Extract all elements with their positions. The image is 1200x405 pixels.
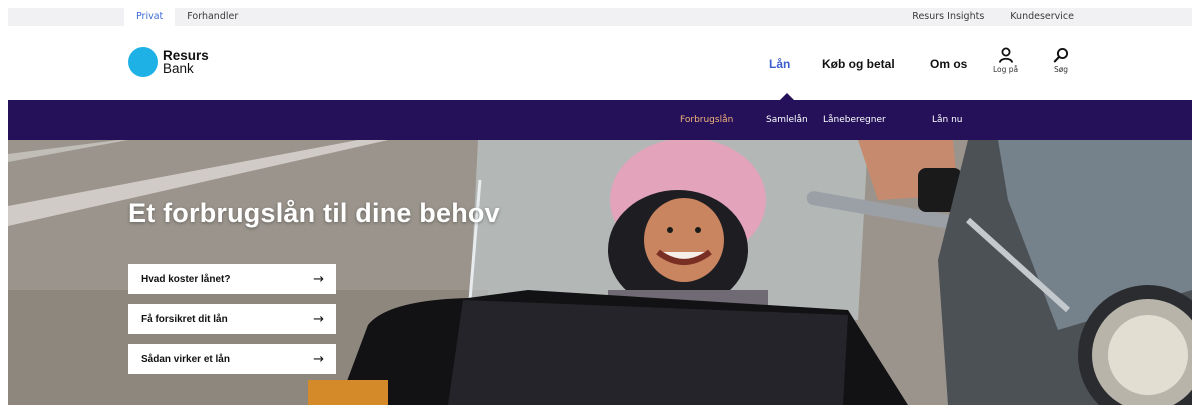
resurs-insights-link[interactable]: Resurs Insights xyxy=(912,8,984,26)
kundeservice-link[interactable]: Kundeservice xyxy=(1010,8,1074,26)
logo-wordmark: Resurs Bank xyxy=(163,49,209,76)
login-button[interactable]: Log på xyxy=(993,47,1018,74)
user-icon xyxy=(998,47,1013,63)
audience-switcher: Privat Forhandler xyxy=(124,8,250,26)
resurs-bank-logo[interactable]: Resurs Bank xyxy=(128,47,209,77)
hero-title: Et forbrugslån til dine behov xyxy=(128,198,500,228)
subnav-samlelaan[interactable]: Samlelån xyxy=(766,100,808,140)
cta-hvad-koster-laanet[interactable]: Hvad koster lånet? → xyxy=(128,264,336,294)
cta-faa-forsikret-dit-laan[interactable]: Få forsikret dit lån → xyxy=(128,304,336,334)
sub-navigation: Forbrugslån Samlelån Låneberegner Lån nu xyxy=(8,100,1192,140)
hero-banner: Et forbrugslån til dine behov Hvad koste… xyxy=(8,140,1192,405)
search-label: Søg xyxy=(1053,65,1069,74)
nav-om-os[interactable]: Om os xyxy=(930,57,967,71)
login-label: Log på xyxy=(993,65,1019,74)
cta-saadan-virker-et-laan[interactable]: Sådan virker et lån → xyxy=(128,344,336,374)
cta-label: Hvad koster lånet? xyxy=(141,273,231,285)
site-header: Resurs Bank Lån Køb og betal Om os Log p… xyxy=(8,26,1192,100)
nav-koeb-og-betal[interactable]: Køb og betal xyxy=(822,57,895,71)
logo-circle-icon xyxy=(128,47,158,77)
active-nav-caret xyxy=(780,93,794,100)
utility-links: Resurs Insights Kundeservice xyxy=(912,8,1074,26)
arrow-right-icon: → xyxy=(313,271,324,287)
subnav-forbrugslaan[interactable]: Forbrugslån xyxy=(680,100,733,140)
cta-label: Få forsikret dit lån xyxy=(141,313,228,325)
tab-privat[interactable]: Privat xyxy=(124,8,176,26)
cta-label: Sådan virker et lån xyxy=(141,353,230,365)
search-icon xyxy=(1053,47,1069,63)
tab-forhandler[interactable]: Forhandler xyxy=(175,8,250,26)
subnav-laaneberegner[interactable]: Låneberegner xyxy=(823,100,886,140)
search-button[interactable]: Søg xyxy=(1053,47,1069,74)
arrow-right-icon: → xyxy=(313,311,324,327)
utility-bar: Privat Forhandler Resurs Insights Kundes… xyxy=(8,8,1192,26)
nav-laan[interactable]: Lån xyxy=(769,57,790,71)
logo-line-2: Bank xyxy=(163,61,194,76)
arrow-right-icon: → xyxy=(313,351,324,367)
subnav-laan-nu[interactable]: Lån nu xyxy=(932,100,963,140)
